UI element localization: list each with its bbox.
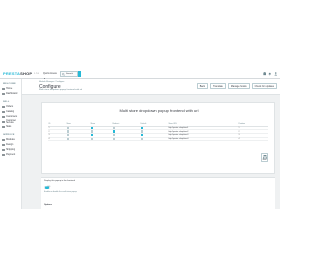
default-checkbox[interactable]	[140, 134, 143, 137]
row-position: 4	[238, 137, 268, 142]
translate-button[interactable]: Translate	[210, 83, 226, 89]
store-checkbox[interactable]	[66, 137, 69, 140]
sidebar-item-payment[interactable]: Payment	[2, 153, 15, 157]
header-toolbar: Back Translate Manage hooks Check for up…	[196, 83, 277, 89]
top-bar: PRESTASHOP 1.7.8 Quick Access▾ Search	[0, 69, 280, 80]
toggle-no[interactable]: NO	[48, 186, 51, 189]
version-label: 1.7.8	[34, 72, 39, 75]
redirect-checkbox[interactable]	[112, 137, 115, 140]
save-button[interactable]: Save	[261, 153, 268, 162]
store-checkbox[interactable]	[66, 134, 69, 137]
store-icon	[2, 110, 5, 114]
row-id: 4	[48, 137, 66, 142]
back-button[interactable]: Back	[196, 83, 209, 89]
sidebar-item-customers[interactable]: Customers	[2, 115, 17, 119]
sidebar-item-modules[interactable]: Modules	[2, 138, 15, 142]
search-icon	[62, 72, 65, 76]
default-checkbox[interactable]	[140, 126, 143, 130]
sidebar-item-design[interactable]: Design	[2, 143, 13, 147]
page-subtitle: Multi store dropdown popup frontend with…	[39, 89, 83, 92]
search-submit-button[interactable]	[78, 71, 81, 77]
manage-hooks-button[interactable]: Manage hooks	[227, 83, 250, 89]
popup-display-label: Display this popup in the frontend	[44, 180, 75, 182]
default-checkbox[interactable]	[140, 137, 143, 140]
show-checkbox[interactable]	[90, 126, 93, 130]
show-checkbox[interactable]	[90, 134, 93, 137]
redirect-checkbox[interactable]	[112, 126, 115, 130]
store-cell	[66, 137, 90, 142]
panel-title: Multi store dropdown popup frontend with…	[119, 107, 199, 113]
redirect-cell	[112, 137, 140, 142]
show-checkbox[interactable]	[90, 137, 93, 140]
lower-form: Display this popup in the frontend YES N…	[41, 177, 275, 209]
popup-toggle[interactable]: YES NO	[44, 186, 50, 189]
breadcrumb[interactable]: Module Manager / Configure	[39, 81, 64, 83]
default-cell	[140, 137, 168, 142]
sidebar-item-stats[interactable]: Stats	[2, 125, 11, 129]
redirect-checkbox[interactable]	[112, 134, 115, 137]
quick-access-menu[interactable]: Quick Access▾	[43, 72, 58, 80]
options-section-title: Options	[44, 204, 52, 206]
cart-icon	[2, 105, 5, 109]
search-placeholder: Search	[66, 73, 73, 76]
puzzle-icon	[2, 138, 5, 142]
default-checkbox[interactable]	[140, 130, 143, 133]
table-row: 4 http://presta..shop/store4 4	[48, 137, 268, 142]
sidebar-section-improve: IMPROVE	[3, 134, 15, 136]
sidebar-item-orders[interactable]: Orders	[2, 105, 13, 109]
user-icon[interactable]	[273, 72, 278, 76]
chat-icon	[2, 120, 5, 124]
sidebar-item-shipping[interactable]: Shipping	[2, 148, 15, 152]
sidebar-item-catalog[interactable]: Catalog	[2, 110, 14, 114]
save-label: Save	[262, 159, 267, 161]
page-header: Module Manager / Configure Configure Mul…	[22, 79, 280, 95]
show-checkbox[interactable]	[90, 130, 93, 133]
check-updates-button[interactable]: Check for updates	[251, 83, 277, 89]
truck-icon	[2, 148, 5, 152]
credit-card-icon	[2, 153, 5, 157]
config-panel: Multi store dropdown popup frontend with…	[41, 102, 275, 174]
dashboard-icon	[2, 92, 5, 96]
store-checkbox[interactable]	[66, 126, 69, 130]
search-input[interactable]: Search	[60, 71, 78, 77]
topbar-right	[262, 72, 278, 77]
desktop-icon	[2, 143, 5, 147]
store-icon[interactable]	[262, 72, 267, 76]
stats-icon	[2, 125, 5, 129]
popup-hint: Enable or disable the multi store popup	[44, 191, 77, 193]
prestashop-logo[interactable]: PRESTASHOP	[3, 71, 32, 76]
redirect-checkbox[interactable]	[112, 130, 115, 133]
bell-icon[interactable]	[268, 72, 272, 76]
store-checkbox[interactable]	[66, 130, 69, 133]
screenshot-frame: PRESTASHOP 1.7.8 Quick Access▾ Search WE…	[0, 69, 280, 209]
store-table: ID Store Show Redirect Default Store URL…	[48, 123, 268, 142]
show-cell	[90, 137, 112, 142]
sidebar-item-customer-service[interactable]: Customer Service	[2, 120, 21, 124]
home-icon	[2, 87, 5, 91]
store-url[interactable]: http://presta..shop/store4	[168, 137, 238, 142]
sidebar-section-welcome: WELCOME	[3, 83, 16, 85]
sidebar-section-sell: SELL	[3, 101, 10, 103]
user-icon	[2, 115, 5, 119]
sidebar: WELCOME Home Dashboard SELL Orders Catal…	[0, 79, 22, 209]
sidebar-item-dashboard[interactable]: Dashboard	[2, 92, 17, 96]
sidebar-item-home[interactable]: Home	[2, 87, 12, 91]
